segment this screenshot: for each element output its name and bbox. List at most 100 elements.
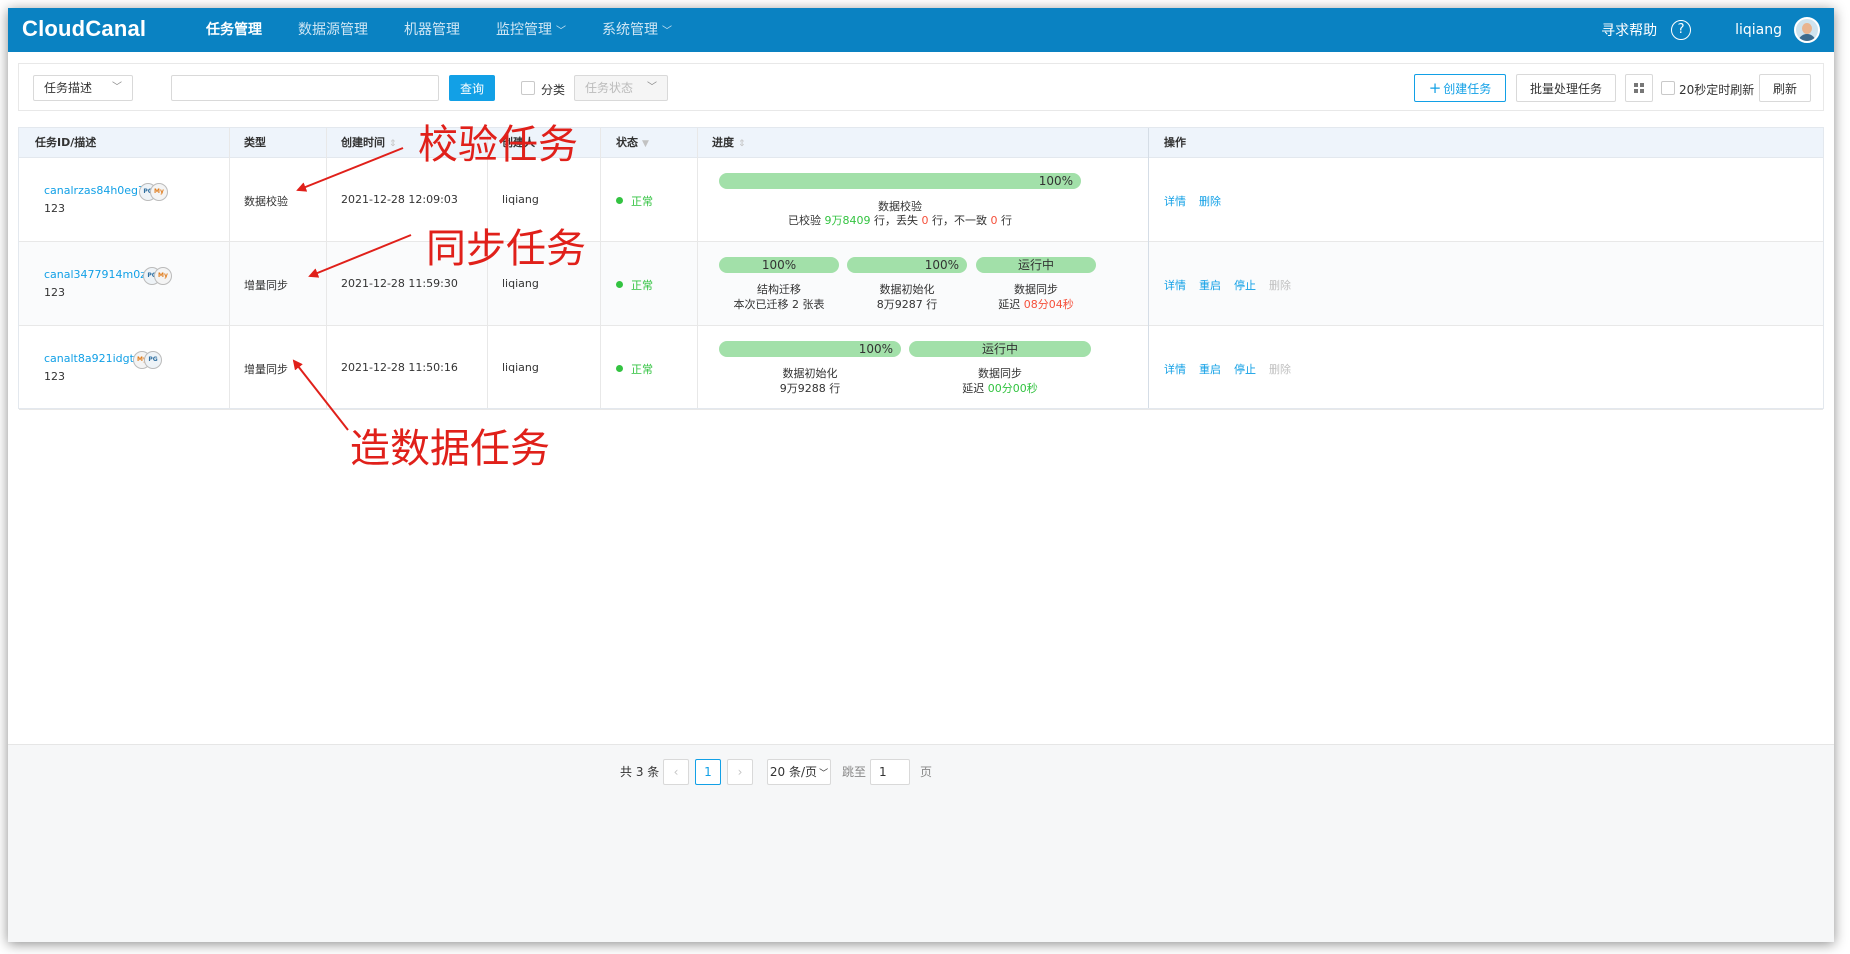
nav-label: 数据源管理 bbox=[298, 22, 368, 38]
created-time: 2021-12-28 12:09:03 bbox=[341, 193, 458, 206]
delay-label: 延迟 bbox=[962, 382, 988, 395]
task-id-link[interactable]: canalrzas84h0eg7 bbox=[44, 184, 145, 197]
action-restart[interactable]: 重启 bbox=[1199, 277, 1221, 293]
action-details[interactable]: 详情 bbox=[1164, 361, 1186, 377]
postgresql-icon: PG bbox=[144, 351, 162, 369]
sort-icon[interactable]: ⇕ bbox=[738, 139, 746, 149]
auto-refresh-label: 20秒定时刷新 bbox=[1679, 83, 1755, 97]
pagination-total: 共 3 条 bbox=[620, 765, 660, 779]
detail-text: 行，不一致 bbox=[928, 214, 991, 227]
table-row: canalt8a921idgt5 My PG 123 增量同步 2021-12-… bbox=[19, 326, 1823, 410]
column-title: 状态 bbox=[616, 136, 638, 149]
filter-field-select[interactable]: 任务描述 ﹀ bbox=[33, 75, 133, 101]
refresh-button[interactable]: 刷新 bbox=[1759, 74, 1811, 102]
help-link[interactable]: 寻求帮助 bbox=[1601, 20, 1657, 40]
mysql-icon: My bbox=[150, 183, 168, 201]
progress-bar: 运行中 bbox=[976, 257, 1096, 273]
nav-monitor-management[interactable]: 监控管理 ﹀ bbox=[478, 8, 584, 52]
task-description: 123 bbox=[44, 202, 65, 215]
plus-icon: + bbox=[1428, 79, 1442, 97]
task-table: 任务ID/描述 类型 创建时间 ⇕ 创建人 状态 ▼ 进度 ⇕ 操作 canalrza… bbox=[18, 127, 1824, 410]
table-row: canal3477914m0z3 PG My 123 增量同步 2021-12-… bbox=[19, 242, 1823, 326]
search-input[interactable] bbox=[171, 75, 439, 101]
batch-process-button[interactable]: 批量处理任务 bbox=[1516, 74, 1616, 102]
filter-icon[interactable]: ▼ bbox=[642, 139, 649, 149]
action-stop[interactable]: 停止 bbox=[1234, 277, 1256, 293]
mysql-icon: My bbox=[154, 267, 172, 285]
auto-refresh-checkbox[interactable] bbox=[1661, 81, 1675, 95]
page-size-value: 20 条/页 bbox=[769, 765, 818, 779]
avatar[interactable] bbox=[1794, 17, 1820, 43]
action-delete[interactable]: 删除 bbox=[1199, 193, 1221, 209]
prev-page-button[interactable]: ‹ bbox=[663, 759, 689, 785]
status-text: 正常 bbox=[631, 279, 653, 292]
chevron-down-icon: ﹀ bbox=[556, 26, 566, 37]
creator: liqiang bbox=[502, 277, 539, 290]
page-1-button[interactable]: 1 bbox=[695, 759, 721, 785]
category-checkbox[interactable] bbox=[521, 81, 535, 95]
action-delete: 删除 bbox=[1269, 363, 1291, 376]
page-size-select[interactable]: 20 条/页 ﹀ bbox=[767, 759, 831, 785]
grid-view-icon[interactable] bbox=[1625, 74, 1653, 102]
chevron-down-icon: ﹀ bbox=[647, 82, 657, 93]
column-divider bbox=[326, 128, 327, 408]
nav-machine-management[interactable]: 机器管理 bbox=[386, 8, 478, 52]
status-select[interactable]: 任务状态 ﹀ bbox=[574, 75, 668, 101]
action-delete: 删除 bbox=[1269, 279, 1291, 292]
annotation-sync-task: 同步任务 bbox=[426, 226, 586, 272]
action-stop[interactable]: 停止 bbox=[1234, 361, 1256, 377]
nav-label: 系统管理 bbox=[602, 22, 658, 38]
chevron-down-icon: ﹀ bbox=[662, 26, 672, 37]
task-description: 123 bbox=[44, 370, 65, 383]
delay-value: 08分04秒 bbox=[1023, 298, 1074, 311]
nav-task-management[interactable]: 任务管理 bbox=[188, 8, 280, 52]
stage-title: 数据初始化 bbox=[879, 283, 935, 296]
verified-count: 9万8409 bbox=[824, 214, 871, 227]
created-time: 2021-12-28 11:50:16 bbox=[341, 361, 458, 374]
nav-datasource-management[interactable]: 数据源管理 bbox=[280, 8, 386, 52]
jump-label: 跳至 bbox=[842, 765, 867, 779]
db-pair-icon: My PG bbox=[133, 351, 165, 369]
chevron-down-icon: ﹀ bbox=[112, 82, 122, 93]
column-title: 进度 bbox=[712, 136, 734, 149]
status-badge: 正常 bbox=[616, 361, 653, 377]
query-button[interactable]: 查询 bbox=[449, 75, 495, 101]
next-page-button[interactable]: › bbox=[727, 759, 753, 785]
filter-toolbar: 任务描述 ﹀ 查询 分类 任务状态 ﹀ + 创建任务 批量处理任务 20秒定时刷新… bbox=[18, 63, 1824, 111]
progress-bar: 100% bbox=[719, 257, 839, 273]
action-details[interactable]: 详情 bbox=[1164, 193, 1186, 209]
category-label: 分类 bbox=[541, 83, 566, 97]
status-text: 正常 bbox=[631, 195, 653, 208]
annotation-verify-task: 校验任务 bbox=[418, 122, 578, 168]
column-header-status[interactable]: 状态 ▼ bbox=[616, 128, 649, 158]
created-time: 2021-12-28 11:59:30 bbox=[341, 277, 458, 290]
task-id-link[interactable]: canal3477914m0z3 bbox=[44, 268, 153, 281]
stage-detail: 8万9287 行 bbox=[876, 298, 938, 311]
column-header-actions: 操作 bbox=[1164, 136, 1186, 149]
create-task-button[interactable]: + 创建任务 bbox=[1414, 74, 1506, 102]
column-header-created[interactable]: 创建时间 ⇕ bbox=[341, 128, 397, 158]
sort-icon[interactable]: ⇕ bbox=[389, 139, 397, 149]
nav-system-management[interactable]: 系统管理 ﹀ bbox=[584, 8, 690, 52]
status-dot-icon bbox=[616, 197, 623, 204]
action-restart[interactable]: 重启 bbox=[1199, 361, 1221, 377]
nav-label: 机器管理 bbox=[404, 22, 460, 38]
task-id-link[interactable]: canalt8a921idgt5 bbox=[44, 352, 141, 365]
user-name[interactable]: liqiang bbox=[1735, 22, 1782, 38]
action-details[interactable]: 详情 bbox=[1164, 277, 1186, 293]
delay-value: 00分00秒 bbox=[987, 382, 1038, 395]
jump-page-input[interactable] bbox=[870, 759, 910, 785]
creator: liqiang bbox=[502, 193, 539, 206]
detail-text: 已校验 bbox=[788, 214, 825, 227]
logo[interactable]: CloudCanal bbox=[22, 16, 146, 42]
column-header-task-id: 任务ID/描述 bbox=[35, 136, 97, 149]
status-badge: 正常 bbox=[616, 193, 653, 209]
column-divider bbox=[1148, 128, 1149, 408]
question-circle-icon[interactable]: ? bbox=[1671, 20, 1692, 40]
inconsistent-count: 0 bbox=[990, 214, 998, 227]
app-window: CloudCanal 任务管理 数据源管理 机器管理 监控管理 ﹀ 系统管理 ﹀ 寻… bbox=[8, 8, 1834, 942]
column-header-progress[interactable]: 进度 ⇕ bbox=[712, 128, 746, 158]
header-right: 寻求帮助 ? liqiang bbox=[1601, 8, 1820, 52]
table-row: canalrzas84h0eg7 PG My 123 数据校验 2021-12-… bbox=[19, 158, 1823, 242]
chevron-down-icon: ﹀ bbox=[819, 769, 829, 779]
